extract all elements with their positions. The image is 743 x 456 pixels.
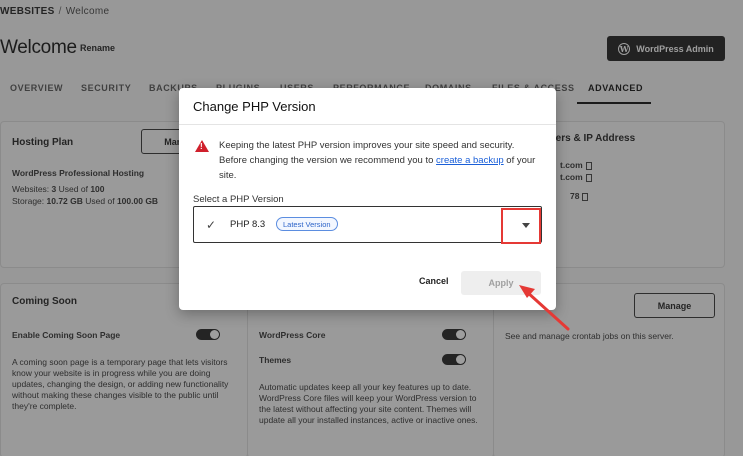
annotation-arrow <box>519 285 570 331</box>
